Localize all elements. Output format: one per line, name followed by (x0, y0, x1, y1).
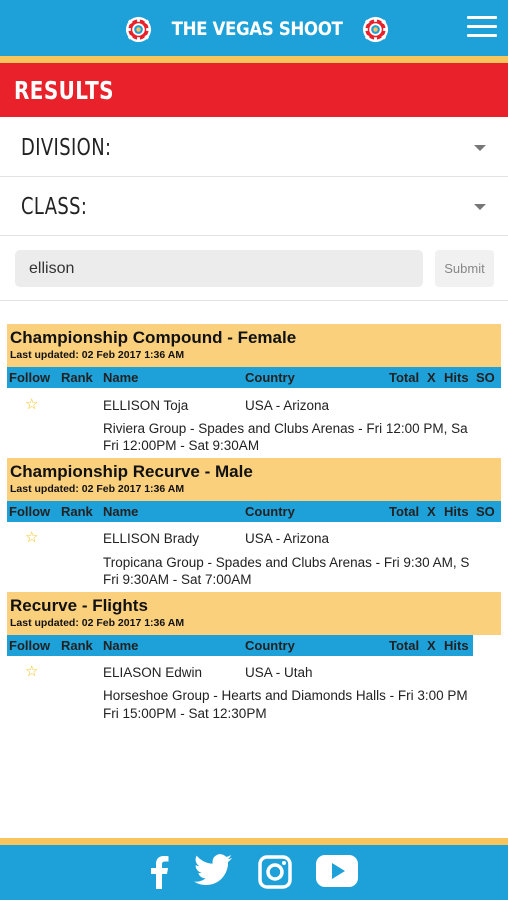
chevron-down-icon (474, 204, 486, 210)
athlete-name: ELIASON Edwin (103, 665, 203, 680)
header-accent-stripe (0, 56, 508, 63)
divider (0, 300, 508, 301)
col-rank: Rank (61, 370, 93, 385)
col-total: Total (389, 370, 420, 385)
vegas-shoot-logo[interactable]: THE VEGAS SHOOT (125, 13, 389, 45)
top-app-bar: THE VEGAS SHOOT (0, 0, 508, 56)
results-title-bar: RESULTS (0, 63, 508, 117)
last-updated-text: Last updated: 02 Feb 2017 1:36 AM (10, 483, 185, 495)
col-hits: Hits (444, 638, 469, 653)
instagram-icon[interactable] (258, 855, 292, 889)
twitter-icon[interactable] (194, 853, 232, 887)
footer-accent-stripe (0, 838, 508, 845)
division-label: DIVISION: (21, 135, 112, 161)
col-rank: Rank (61, 638, 93, 653)
col-name: Name (103, 504, 139, 519)
search-input[interactable] (15, 250, 423, 287)
last-updated-text: Last updated: 02 Feb 2017 1:36 AM (10, 617, 185, 629)
col-follow: Follow (9, 504, 51, 519)
col-follow: Follow (9, 638, 51, 653)
col-x: X (427, 370, 436, 385)
athlete-name: ELLISON Toja (103, 398, 189, 413)
athlete-name: ELLISON Brady (103, 531, 200, 546)
group-info: Riviera Group - Spades and Clubs Arenas … (103, 421, 468, 436)
col-so: SO (476, 370, 495, 385)
col-name: Name (103, 370, 139, 385)
col-total: Total (389, 504, 420, 519)
class-label: CLASS: (21, 194, 88, 220)
section-header: Championship Compound - Female Last upda… (7, 324, 501, 367)
results-table-header: Follow Rank Name Country Total X Hits SO (7, 367, 501, 388)
group-info-row: Tropicana Group - Spades and Clubs Arena… (0, 554, 501, 574)
athlete-country: USA - Arizona (245, 398, 330, 413)
col-total: Total (389, 638, 420, 653)
youtube-icon[interactable] (316, 854, 358, 888)
col-so: SO (476, 504, 495, 519)
section-title: Recurve - Flights (10, 596, 148, 615)
poker-chip-left-icon (125, 16, 152, 42)
athlete-country: USA - Arizona (245, 531, 330, 546)
submit-button[interactable]: Submit (435, 250, 494, 287)
group-info: Horseshoe Group - Hearts and Diamonds Ha… (103, 688, 468, 703)
logo-text: THE VEGAS SHOOT (171, 18, 343, 40)
section-header: Recurve - Flights Last updated: 02 Feb 2… (7, 592, 501, 635)
section-header: Championship Recurve - Male Last updated… (7, 458, 501, 501)
results-table-header: Follow Rank Name Country Total X Hits SO (7, 501, 501, 522)
col-x: X (427, 504, 436, 519)
chevron-down-icon (474, 145, 486, 151)
section-title: Championship Compound - Female (10, 328, 297, 347)
section-title: Championship Recurve - Male (10, 462, 253, 481)
follow-star-icon[interactable]: ☆ (25, 664, 38, 679)
group-info-row: Horseshoe Group - Hearts and Diamonds Ha… (0, 687, 501, 707)
facebook-icon[interactable] (148, 855, 170, 889)
last-updated-text: Last updated: 02 Feb 2017 1:36 AM (10, 349, 185, 361)
hamburger-menu-icon[interactable] (467, 16, 497, 40)
poker-chip-right-icon (363, 16, 389, 42)
follow-star-icon[interactable]: ☆ (25, 397, 38, 412)
col-country: Country (245, 370, 295, 385)
col-x: X (427, 638, 436, 653)
group-info-row: Riviera Group - Spades and Clubs Arenas … (0, 420, 501, 440)
col-rank: Rank (61, 504, 93, 519)
shoot-times: Fri 15:00PM - Sat 12:30PM (103, 706, 267, 721)
follow-star-icon[interactable]: ☆ (25, 530, 38, 545)
group-info: Tropicana Group - Spades and Clubs Arena… (103, 555, 470, 570)
shoot-times: Fri 9:30AM - Sat 7:00AM (103, 572, 252, 587)
col-hits: Hits (444, 370, 469, 385)
col-hits: Hits (444, 504, 469, 519)
class-select[interactable]: CLASS: (0, 178, 508, 236)
shoot-times: Fri 12:00PM - Sat 9:30AM (103, 438, 260, 453)
results-table-header: Follow Rank Name Country Total X Hits (7, 635, 473, 656)
athlete-country: USA - Utah (245, 665, 313, 680)
col-country: Country (245, 638, 295, 653)
page-title: RESULTS (14, 76, 114, 105)
footer-social-bar (0, 845, 508, 900)
col-name: Name (103, 638, 139, 653)
col-follow: Follow (9, 370, 51, 385)
col-country: Country (245, 504, 295, 519)
division-select[interactable]: DIVISION: (0, 119, 508, 177)
